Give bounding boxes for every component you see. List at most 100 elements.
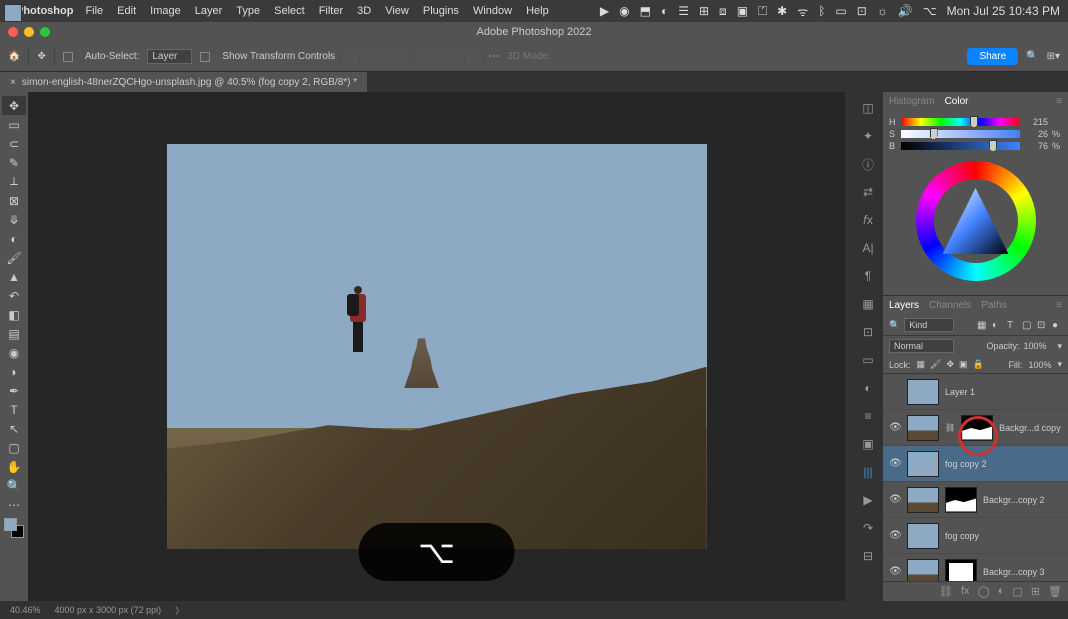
- workspace-icon[interactable]: ⊞▾: [1047, 51, 1060, 62]
- hue-slider[interactable]: [901, 118, 1020, 126]
- lock-paint-icon[interactable]: 🖌: [930, 359, 941, 370]
- layer-row[interactable]: 👁 fog copy: [883, 518, 1068, 554]
- layer-thumbnail[interactable]: [907, 379, 939, 405]
- filter-kind-dropdown[interactable]: Kind: [904, 318, 954, 332]
- panel-icon[interactable]: ¶: [860, 268, 876, 284]
- panel-icon[interactable]: 𝑓x: [860, 212, 876, 228]
- path-tool[interactable]: ↖: [2, 419, 26, 438]
- panel-menu-icon[interactable]: ≡: [1056, 300, 1062, 311]
- panel-icon[interactable]: ≡: [860, 408, 876, 424]
- wifi-icon[interactable]: ᯤ: [797, 3, 808, 20]
- speaker-icon[interactable]: 🔊: [898, 4, 913, 18]
- lasso-tool[interactable]: ⊂: [2, 134, 26, 153]
- eraser-tool[interactable]: ◧: [2, 305, 26, 324]
- history-brush-tool[interactable]: ↶: [2, 286, 26, 305]
- fill-value[interactable]: 100%: [1028, 360, 1051, 370]
- mask-icon[interactable]: ◯: [977, 585, 989, 598]
- align-right-icon[interactable]: [377, 50, 391, 64]
- layer-mask[interactable]: [961, 415, 993, 441]
- panel-icon[interactable]: ◫: [860, 100, 876, 116]
- maximize-button[interactable]: [40, 27, 50, 37]
- brush-tool[interactable]: 🖌: [2, 248, 26, 267]
- visibility-toggle[interactable]: 👁: [889, 566, 901, 577]
- visibility-toggle[interactable]: 👁: [889, 458, 901, 469]
- sat-value[interactable]: 26: [1024, 129, 1048, 139]
- status-expand-icon[interactable]: 〉: [175, 604, 184, 617]
- layer-mask[interactable]: [945, 559, 977, 582]
- status-icon[interactable]: ⧈: [719, 4, 727, 19]
- minimize-button[interactable]: [24, 27, 34, 37]
- bri-value[interactable]: 76: [1024, 141, 1048, 151]
- tab-paths[interactable]: Paths: [981, 300, 1007, 311]
- canvas-scrollbar[interactable]: [845, 92, 853, 601]
- blur-tool[interactable]: ◉: [2, 343, 26, 362]
- layer-name[interactable]: Layer 1: [945, 387, 1062, 397]
- layer-row[interactable]: 👁 ⛓ Backgr...d copy: [883, 410, 1068, 446]
- panel-icon[interactable]: ▭: [860, 352, 876, 368]
- menu-layer[interactable]: Layer: [195, 5, 223, 17]
- layer-mask[interactable]: [945, 487, 977, 513]
- distribute-icon[interactable]: [467, 50, 481, 64]
- panel-icon[interactable]: ⇄: [860, 184, 876, 200]
- lock-position-icon[interactable]: ✥: [946, 359, 954, 370]
- panel-icon[interactable]: ⊡: [860, 324, 876, 340]
- layer-name[interactable]: Backgr...copy 3: [983, 567, 1062, 577]
- visibility-toggle[interactable]: 👁: [889, 422, 901, 433]
- menu-help[interactable]: Help: [526, 5, 549, 17]
- color-wheel[interactable]: [889, 153, 1062, 289]
- layer-row[interactable]: Layer 1: [883, 374, 1068, 410]
- new-layer-icon[interactable]: ⊞: [1031, 585, 1040, 598]
- layer-name[interactable]: Backgr...copy 2: [983, 495, 1062, 505]
- stamp-tool[interactable]: ▲: [2, 267, 26, 286]
- panel-icon[interactable]: ✦: [860, 128, 876, 144]
- auto-select-checkbox[interactable]: [63, 52, 73, 62]
- zoom-level[interactable]: 40.46%: [10, 605, 41, 615]
- gradient-tool[interactable]: ▤: [2, 324, 26, 343]
- filter-smart-icon[interactable]: ⊡: [1037, 320, 1047, 330]
- menu-window[interactable]: Window: [473, 5, 512, 17]
- quick-select-tool[interactable]: ✎: [2, 153, 26, 172]
- menu-image[interactable]: Image: [150, 5, 181, 17]
- tab-color[interactable]: Color: [945, 96, 969, 107]
- menu-plugins[interactable]: Plugins: [423, 5, 459, 17]
- share-button[interactable]: Share: [967, 48, 1018, 65]
- status-icon[interactable]: ☰: [678, 4, 689, 18]
- fx-icon[interactable]: fx: [961, 585, 970, 598]
- zoom-tool[interactable]: 🔍: [2, 476, 26, 495]
- hue-value[interactable]: 215: [1024, 117, 1048, 127]
- layer-row[interactable]: 👁 fog copy 2: [883, 446, 1068, 482]
- lock-all-icon[interactable]: 🔒: [973, 359, 984, 370]
- tab-layers[interactable]: Layers: [889, 300, 919, 311]
- panel-icon[interactable]: A|: [860, 240, 876, 256]
- delete-icon[interactable]: 🗑: [1048, 585, 1062, 598]
- color-swatches[interactable]: [4, 518, 24, 538]
- pen-tool[interactable]: ✒: [2, 381, 26, 400]
- layer-thumbnail[interactable]: [907, 523, 939, 549]
- filter-adjust-icon[interactable]: ◐: [992, 320, 1002, 330]
- panel-icon[interactable]: ⊟: [860, 548, 876, 564]
- distribute-icon[interactable]: [416, 50, 430, 64]
- status-icon[interactable]: ▣: [737, 4, 748, 18]
- status-icon[interactable]: ⊞: [699, 4, 709, 18]
- saturation-slider[interactable]: [901, 130, 1020, 138]
- menu-select[interactable]: Select: [274, 5, 305, 17]
- menu-type[interactable]: Type: [236, 5, 260, 17]
- panel-icon[interactable]: ◐: [860, 380, 876, 396]
- close-button[interactable]: [8, 27, 18, 37]
- layer-name[interactable]: fog copy: [945, 531, 1062, 541]
- visibility-toggle[interactable]: 👁: [889, 530, 901, 541]
- lock-artboard-icon[interactable]: ▣: [959, 359, 968, 370]
- layer-thumbnail[interactable]: [907, 451, 939, 477]
- opacity-value[interactable]: 100%: [1023, 341, 1053, 351]
- fill-dropdown-icon[interactable]: ▾: [1057, 359, 1062, 370]
- type-tool[interactable]: T: [2, 400, 26, 419]
- panel-icon[interactable]: ▣: [860, 436, 876, 452]
- opacity-dropdown-icon[interactable]: ▾: [1057, 341, 1062, 352]
- distribute-icon[interactable]: [433, 50, 447, 64]
- app-name[interactable]: Photoshop: [16, 5, 73, 17]
- menu-filter[interactable]: Filter: [319, 5, 343, 17]
- layer-thumbnail[interactable]: [907, 559, 939, 582]
- bluetooth-icon[interactable]: ᛒ: [818, 4, 825, 18]
- status-icon[interactable]: ⬒: [640, 4, 651, 18]
- filter-shape-icon[interactable]: ▢: [1022, 320, 1032, 330]
